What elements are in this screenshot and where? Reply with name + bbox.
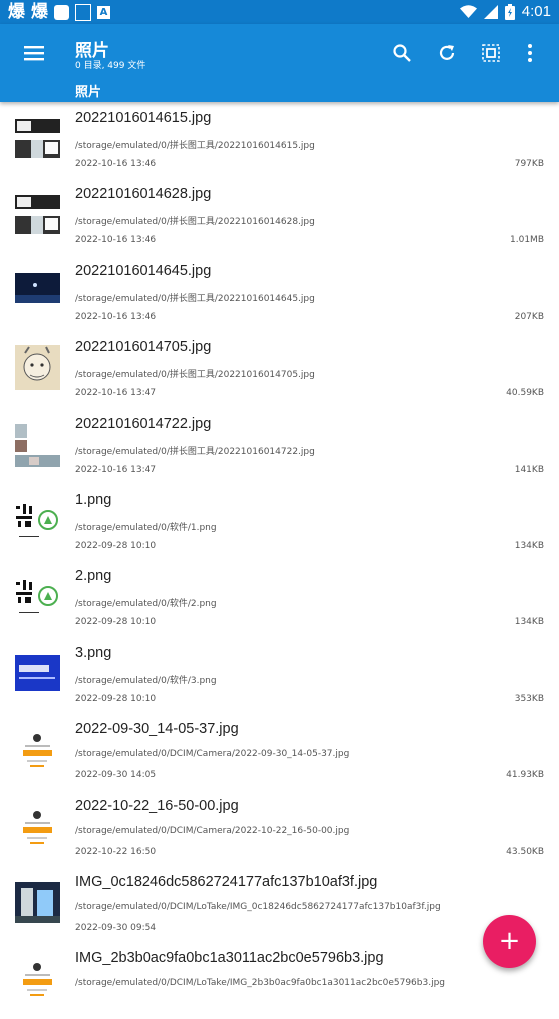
file-thumbnail [15,192,60,238]
file-name: 3.png [75,644,112,661]
file-path: /storage/emulated/0/软件/2.png [75,599,217,610]
file-size: 41.93KB [506,770,544,781]
file-path: /storage/emulated/0/DCIM/Camera/2022-10-… [75,825,350,836]
file-name: 20221016014628.jpg [75,186,212,203]
file-name: 20221016014722.jpg [75,415,212,432]
breadcrumb[interactable]: 照片 [75,81,101,100]
file-path: /storage/emulated/0/拼长图工具/20221016014705… [75,370,315,381]
file-list-item[interactable]: 20221016014628.jpg/storage/emulated/0/拼长… [0,178,559,254]
file-name: 2022-10-22_16-50-00.jpg [75,797,239,814]
file-path: /storage/emulated/0/拼长图工具/20221016014722… [75,446,315,457]
file-thumbnail [15,956,60,1002]
file-list-item[interactable]: 20221016014722.jpg/storage/emulated/0/拼长… [0,408,559,484]
file-path: /storage/emulated/0/软件/3.png [75,675,217,686]
file-date: 2022-09-30 09:54 [75,922,157,933]
more-vert-icon [528,44,532,62]
file-thumbnail [15,116,60,161]
file-thumbnail [15,879,60,925]
search-button[interactable] [389,40,415,66]
file-path: /storage/emulated/0/DCIM/Camera/2022-09-… [75,749,350,760]
file-name: 2.png [75,568,112,585]
file-thumbnail [15,727,60,773]
file-list-item[interactable]: 2.png/storage/emulated/0/软件/2.png 2022-09… [0,560,559,636]
file-name: 2022-09-30_14-05-37.jpg [75,721,239,738]
file-name: 20221016014705.jpg [75,339,212,356]
file-list-item[interactable]: IMG_0c18246dc5862724177afc137b10af3f.jpg… [0,866,559,942]
file-size: 797KB [514,159,544,169]
file-date: 2022-10-16 13:47 [75,388,157,399]
app-bar: 照片 0 目录, 499 文件 照片 [0,24,559,102]
file-name: 20221016014615.jpg [75,110,212,126]
page-subtitle: 0 目录, 499 文件 [75,61,146,71]
menu-button[interactable] [21,40,47,66]
refresh-button[interactable] [434,40,460,66]
file-thumbnail [15,345,60,391]
file-date: 2022-09-30 14:05 [75,770,157,781]
wifi-icon [459,5,477,18]
file-thumbnail [15,421,60,467]
file-thumbnail [15,574,60,620]
file-list-item[interactable]: 1.png/storage/emulated/0/软件/1.png 2022-09… [0,484,559,560]
notification-app-icon [75,3,91,21]
file-list-item[interactable]: 2022-09-30_14-05-37.jpg/storage/emulated… [0,713,559,789]
file-date: 2022-10-22 16:50 [75,846,157,857]
file-date: 2022-10-16 13:46 [75,235,157,246]
file-date: 2022-09-28 10:10 [75,617,157,628]
file-list: 20221016014615.jpg/storage/emulated/0/拼长… [0,102,559,1019]
menu-icon [24,46,44,61]
file-thumbnail [15,803,60,849]
file-date: 2022-10-16 13:47 [75,464,157,475]
file-path: /storage/emulated/0/DCIM/LoTake/IMG_0c18… [75,901,441,912]
file-list-item[interactable]: IMG_2b3b0ac9fa0bc1a3011ac2bc0e5796b3.jpg… [0,942,559,1018]
signal-icon [483,5,498,19]
battery-icon [504,4,515,20]
file-thumbnail [15,268,60,314]
file-date: 2022-10-16 13:46 [75,159,157,169]
file-size: 1.01MB [510,235,544,246]
file-size: 141KB [514,464,544,475]
file-size: 40.59KB [506,388,544,399]
notification-a-icon: A [97,5,110,19]
file-date: 2022-09-28 10:10 [75,693,157,704]
add-button[interactable]: + [483,915,536,968]
file-list-item[interactable]: 3.png/storage/emulated/0/软件/3.png 2022-09… [0,637,559,713]
file-size: 134KB [514,540,544,551]
notification-glyph: 爆 [31,2,48,22]
file-path: /storage/emulated/0/DCIM/LoTake/IMG_2b3b… [75,978,446,989]
file-size: 207KB [514,311,544,322]
file-path: /storage/emulated/0/软件/1.png [75,522,217,533]
status-right-icons: 4:01 [459,2,551,22]
file-size: 43.50KB [506,846,544,857]
search-icon [393,44,411,62]
status-time: 4:01 [521,3,551,20]
file-date: 2022-09-28 10:10 [75,540,157,551]
select-all-icon [482,44,500,62]
file-name: 20221016014645.jpg [75,262,212,279]
file-thumbnail [15,650,60,696]
file-list-item[interactable]: 20221016014705.jpg/storage/emulated/0/拼长… [0,331,559,407]
file-name: IMG_2b3b0ac9fa0bc1a3011ac2bc0e5796b3.jpg [75,950,384,967]
select-all-button[interactable] [478,40,504,66]
file-thumbnail [15,497,60,543]
file-path: /storage/emulated/0/拼长图工具/20221016014615… [75,141,315,151]
status-left-icons: 爆 爆 A [8,2,110,22]
file-list-item[interactable]: 20221016014645.jpg/storage/emulated/0/拼长… [0,255,559,331]
file-date: 2022-10-16 13:46 [75,311,157,322]
status-bar: 爆 爆 A 4:01 [0,0,559,24]
more-options-button[interactable] [517,40,543,66]
file-path: /storage/emulated/0/拼长图工具/20221016014645… [75,293,315,304]
file-size: 134KB [514,617,544,628]
notification-glyph: 爆 [8,2,25,22]
file-path: /storage/emulated/0/拼长图工具/20221016014628… [75,217,315,228]
file-name: 1.png [75,491,112,508]
file-name: IMG_0c18246dc5862724177afc137b10af3f.jpg [75,873,378,890]
file-list-item[interactable]: 20221016014615.jpg/storage/emulated/0/拼长… [0,102,559,178]
refresh-icon [439,45,455,60]
notification-square-icon [54,4,69,20]
file-size: 353KB [514,693,544,704]
file-list-item[interactable]: 2022-10-22_16-50-00.jpg/storage/emulated… [0,790,559,866]
